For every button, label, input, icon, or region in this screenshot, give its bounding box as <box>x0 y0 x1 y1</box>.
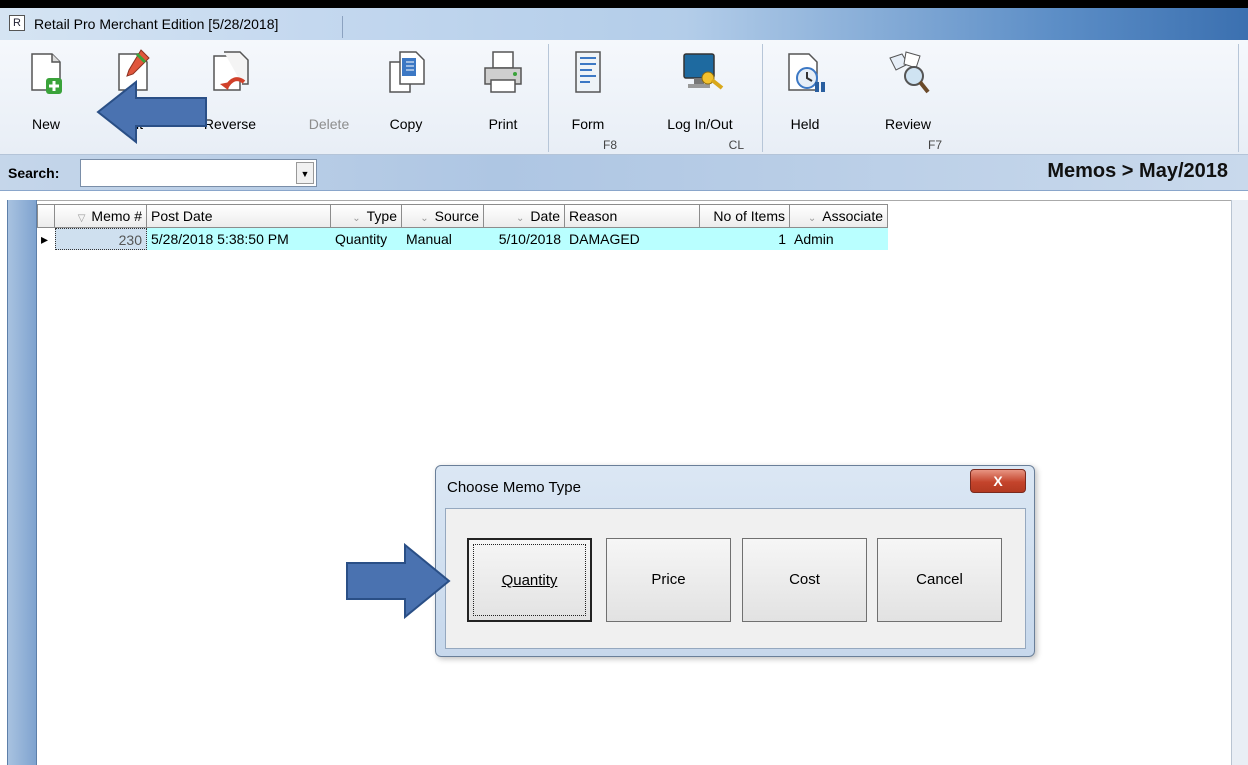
table-row[interactable]: ▸ 230 5/28/2018 5:38:50 PM Quantity Manu… <box>37 228 888 250</box>
held-label: Held <box>790 116 820 132</box>
new-label: New <box>31 116 60 132</box>
login-button[interactable]: Log In/Out CL <box>650 48 750 152</box>
dialog-body: Quantity Price Cost Cancel <box>445 508 1026 649</box>
cancel-button[interactable]: Cancel <box>877 538 1002 622</box>
form-icon <box>575 51 601 93</box>
arrow-annotation <box>96 80 207 144</box>
new-icon <box>31 53 62 94</box>
cell-type[interactable]: Quantity <box>331 228 402 250</box>
delete-button[interactable]: Delete <box>294 48 364 146</box>
breadcrumb: Memos > May/2018 <box>1047 160 1228 182</box>
review-shortcut: F7 <box>927 138 942 152</box>
toolbar-separator <box>1238 44 1239 152</box>
left-rail <box>7 200 37 765</box>
review-button[interactable]: Review F7 <box>868 48 948 152</box>
held-button[interactable]: Held <box>770 48 840 146</box>
col-associate-header[interactable]: ⌄ Associate <box>790 204 888 228</box>
cell-associate[interactable]: Admin <box>790 228 888 250</box>
choose-memo-type-dialog: Choose Memo Type X Quantity Price Cost C… <box>435 465 1035 657</box>
col-type-header[interactable]: ⌄ Type <box>331 204 402 228</box>
price-button[interactable]: Price <box>606 538 731 622</box>
cell-post-date[interactable]: 5/28/2018 5:38:50 PM <box>147 228 331 250</box>
new-button[interactable]: New <box>11 48 81 146</box>
search-label: Search: <box>8 165 60 181</box>
login-label: Log In/Out <box>667 116 733 132</box>
reverse-icon <box>213 51 249 91</box>
copy-button[interactable]: Copy <box>371 48 441 146</box>
print-icon <box>484 51 522 93</box>
review-icon <box>889 51 930 94</box>
cell-reason[interactable]: DAMAGED <box>565 228 700 250</box>
col-items-header[interactable]: No of Items <box>700 204 790 228</box>
login-shortcut: CL <box>728 138 744 152</box>
quantity-button[interactable]: Quantity <box>467 538 592 622</box>
cell-source[interactable]: Manual <box>402 228 484 250</box>
title-bar: R Retail Pro Merchant Edition [5/28/2018… <box>0 8 1248 40</box>
quantity-label: Quantity <box>501 572 558 589</box>
cost-button[interactable]: Cost <box>742 538 867 622</box>
form-shortcut: F8 <box>602 138 617 152</box>
screen-top-strip <box>0 0 1248 8</box>
cell-date[interactable]: 5/10/2018 <box>484 228 565 250</box>
review-label: Review <box>885 116 931 132</box>
form-button[interactable]: Form F8 <box>553 48 623 152</box>
search-combobox[interactable]: ▼ <box>80 159 317 187</box>
toolbar-separator <box>548 44 549 152</box>
print-label: Print <box>488 116 518 132</box>
cell-memo[interactable]: 230 <box>55 228 147 250</box>
toolbar-separator <box>762 44 763 152</box>
cost-label: Cost <box>789 571 820 588</box>
col-source-header[interactable]: ⌄ Source <box>402 204 484 228</box>
search-bar: Search: ▼ Memos > May/2018 <box>0 155 1248 191</box>
copy-icon <box>389 51 425 93</box>
copy-label: Copy <box>389 116 423 132</box>
row-selector-header <box>37 204 55 228</box>
col-reason-header[interactable]: Reason <box>565 204 700 228</box>
close-icon[interactable]: X <box>970 469 1026 493</box>
delete-label: Delete <box>308 116 350 132</box>
col-date-header[interactable]: ⌄ Date <box>484 204 565 228</box>
cancel-label: Cancel <box>916 571 963 588</box>
title-separator <box>342 16 343 38</box>
price-label: Price <box>651 571 686 588</box>
col-memo-header[interactable]: ▽ Memo # <box>55 204 147 228</box>
grid-header: ▽ Memo # Post Date ⌄ Type ⌄ Source ⌄ Date Re… <box>37 204 888 228</box>
form-label: Form <box>571 116 605 132</box>
login-icon <box>683 53 724 90</box>
col-post-date-header[interactable]: Post Date <box>147 204 331 228</box>
cell-items[interactable]: 1 <box>700 228 790 250</box>
right-scrollbar[interactable] <box>1231 200 1248 765</box>
row-indicator: ▸ <box>37 228 55 250</box>
arrow-annotation <box>346 543 451 619</box>
print-button[interactable]: Print <box>468 48 538 146</box>
app-icon: R <box>9 15 25 31</box>
held-icon <box>788 53 825 92</box>
dropdown-arrow-icon[interactable]: ▼ <box>296 162 314 184</box>
dialog-title: Choose Memo Type <box>447 479 581 496</box>
window-title: Retail Pro Merchant Edition [5/28/2018] <box>34 16 279 32</box>
